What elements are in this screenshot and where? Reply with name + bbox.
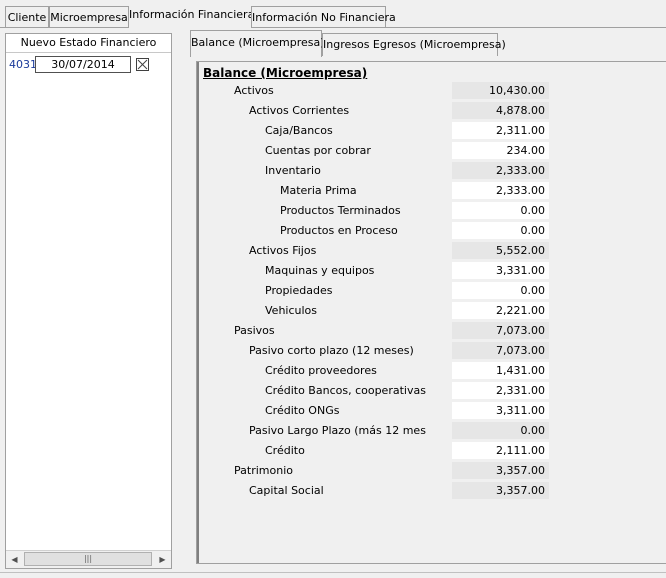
row-value-input[interactable]: 2,311.00 (452, 122, 549, 139)
row-value-input[interactable]: 0.00 (452, 222, 549, 239)
row-value-input[interactable]: 2,111.00 (452, 442, 549, 459)
balance-row: Cuentas por cobrar 234.00 (197, 141, 666, 161)
balance-row: Inventario 2,333.00 (197, 161, 666, 181)
row-label: Activos Fijos (249, 244, 317, 257)
row-value-input[interactable]: 0.00 (452, 282, 549, 299)
row-value: 2,333.00 (452, 162, 549, 179)
row-value-input[interactable]: 1,431.00 (452, 362, 549, 379)
balance-row: Vehiculos 2,221.00 (197, 301, 666, 321)
row-label: Patrimonio (234, 464, 293, 477)
financial-statements-panel: Nuevo Estado Financiero 4031 30/07/2014 … (5, 33, 172, 569)
row-value-input[interactable]: 2,333.00 (452, 182, 549, 199)
tab-ingresos-egresos[interactable]: Ingresos Egresos (Microempresa) (322, 33, 506, 56)
row-value-input[interactable]: 2,331.00 (452, 382, 549, 399)
balance-row: Productos en Proceso 0.00 (197, 221, 666, 241)
balance-row: Capital Social 3,357.00 (197, 481, 666, 501)
balance-row: Pasivo Largo Plazo (más 12 mes 0.00 (197, 421, 666, 441)
row-value-input[interactable]: 3,311.00 (452, 402, 549, 419)
row-label: Capital Social (249, 484, 324, 497)
balance-row: Crédito Bancos, cooperativas 2,331.00 (197, 381, 666, 401)
statement-date-field[interactable]: 30/07/2014 (35, 56, 131, 73)
horizontal-scrollbar[interactable]: ◀ ||| ▶ (6, 550, 171, 568)
new-financial-statement-header[interactable]: Nuevo Estado Financiero (6, 34, 171, 53)
row-label: Pasivo corto plazo (12 meses) (249, 344, 414, 357)
tab-balance[interactable]: Balance (Microempresa) (190, 30, 325, 57)
inner-tab-bar: Balance (Microempresa) Ingresos Egresos … (187, 30, 666, 57)
row-label: Maquinas y equipos (265, 264, 375, 277)
row-value: 0.00 (452, 422, 549, 439)
balance-row: Patrimonio 3,357.00 (197, 461, 666, 481)
row-value: 7,073.00 (452, 342, 549, 359)
balance-row: Maquinas y equipos 3,331.00 (197, 261, 666, 281)
row-value-input[interactable]: 3,331.00 (452, 262, 549, 279)
statement-row[interactable]: 4031 30/07/2014 (6, 55, 171, 75)
scroll-left-icon[interactable]: ◀ (6, 551, 23, 568)
balance-row: Pasivo corto plazo (12 meses) 7,073.00 (197, 341, 666, 361)
balance-row: Crédito proveedores 1,431.00 (197, 361, 666, 381)
balance-row: Activos Fijos 5,552.00 (197, 241, 666, 261)
row-label: Activos (234, 84, 274, 97)
balance-row: Caja/Bancos 2,311.00 (197, 121, 666, 141)
row-label: Inventario (265, 164, 321, 177)
row-label: Productos en Proceso (280, 224, 398, 237)
row-label: Materia Prima (280, 184, 357, 197)
balance-row: Crédito ONGs 3,311.00 (197, 401, 666, 421)
balance-row: Materia Prima 2,333.00 (197, 181, 666, 201)
row-value: 10,430.00 (452, 82, 549, 99)
row-label: Crédito proveedores (265, 364, 377, 377)
row-value: 5,552.00 (452, 242, 549, 259)
row-value: 3,357.00 (452, 482, 549, 499)
statement-id[interactable]: 4031 (9, 58, 37, 71)
top-tab-bar: Cliente Microempresa Información Financi… (0, 0, 666, 28)
balance-row: Propiedades 0.00 (197, 281, 666, 301)
balance-row: Activos Corrientes 4,878.00 (197, 101, 666, 121)
tab-microempresa[interactable]: Microempresa (49, 6, 129, 27)
balance-row: Activos 10,430.00 (197, 81, 666, 101)
row-label: Activos Corrientes (249, 104, 350, 117)
row-value: 7,073.00 (452, 322, 549, 339)
row-label: Crédito ONGs (265, 404, 340, 417)
row-label: Vehiculos (265, 304, 318, 317)
balance-row: Productos Terminados 0.00 (197, 201, 666, 221)
balance-row: Pasivos 7,073.00 (197, 321, 666, 341)
balance-title: Balance (Microempresa) (203, 66, 368, 80)
row-label: Pasivos (234, 324, 275, 337)
bottom-divider (0, 572, 666, 573)
row-label: Crédito Bancos, cooperativas (265, 384, 426, 397)
tab-informacion-financiera[interactable]: Información Financiera (129, 3, 254, 28)
tab-informacion-no-financiera[interactable]: Información No Financiera (251, 6, 396, 27)
delete-checkbox-icon[interactable] (136, 58, 149, 71)
row-label: Pasivo Largo Plazo (más 12 mes (249, 424, 426, 437)
row-value: 3,357.00 (452, 462, 549, 479)
row-label: Propiedades (265, 284, 333, 297)
scroll-right-icon[interactable]: ▶ (154, 551, 171, 568)
balance-panel: Balance (Microempresa) Activos 10,430.00… (196, 61, 666, 564)
row-value-input[interactable]: 2,221.00 (452, 302, 549, 319)
row-label: Cuentas por cobrar (265, 144, 371, 157)
row-value-input[interactable]: 0.00 (452, 202, 549, 219)
scrollbar-thumb[interactable]: ||| (24, 552, 152, 566)
balance-row: Crédito 2,111.00 (197, 441, 666, 461)
row-label: Caja/Bancos (265, 124, 333, 137)
row-label: Productos Terminados (280, 204, 401, 217)
row-value-input[interactable]: 234.00 (452, 142, 549, 159)
row-value: 4,878.00 (452, 102, 549, 119)
row-label: Crédito (265, 444, 305, 457)
tab-cliente[interactable]: Cliente (5, 6, 49, 27)
